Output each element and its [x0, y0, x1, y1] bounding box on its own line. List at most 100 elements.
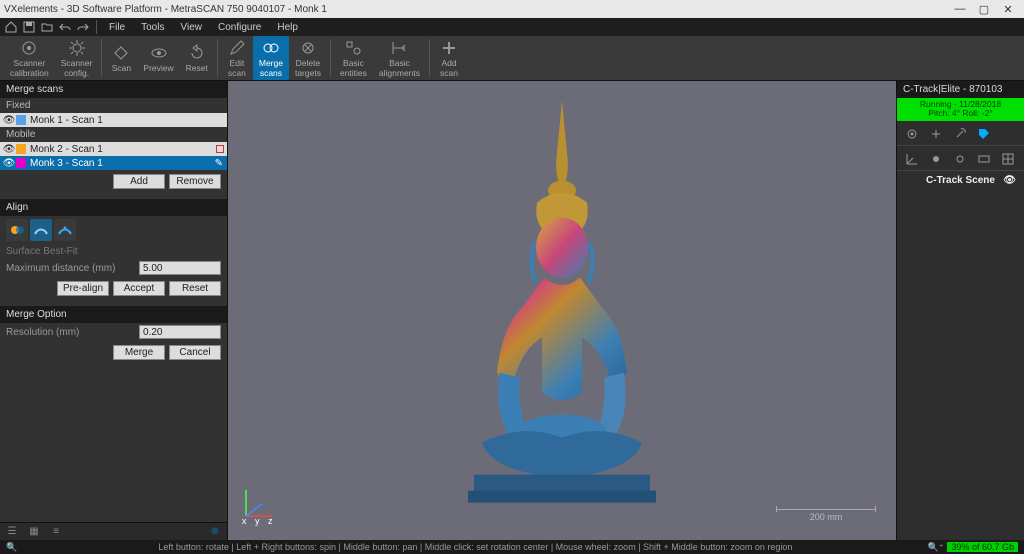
menubar: File Tools View Configure Help: [0, 18, 1024, 36]
scene-axis-icon[interactable]: [903, 150, 921, 168]
edit-scan-button[interactable]: Edit scan: [221, 36, 253, 80]
home-icon[interactable]: [2, 19, 20, 35]
mouse-hints: Left button: rotate | Left + Right butto…: [23, 542, 927, 552]
3d-viewport[interactable]: x y z 200 mm: [228, 81, 896, 540]
tracker-tag-icon[interactable]: [975, 125, 993, 143]
zoom-out-icon[interactable]: 🔍: [6, 542, 17, 553]
scan-button[interactable]: Scan: [105, 41, 137, 75]
scan-label: Monk 1 - Scan 1: [30, 115, 103, 126]
scanner-config-button[interactable]: Scanner config.: [55, 36, 99, 80]
warning-icon: [216, 145, 224, 153]
max-distance-label: Maximum distance (mm): [6, 263, 133, 274]
tracker-config-icon[interactable]: [903, 125, 921, 143]
mobile-scan-row[interactable]: 👁 Monk 3 - Scan 1 ✎: [0, 156, 227, 170]
statusbar: 🔍 Left button: rotate | Left + Right but…: [0, 540, 1024, 554]
save-icon[interactable]: [20, 19, 38, 35]
mobile-scan-row[interactable]: 👁 Monk 2 - Scan 1: [0, 142, 227, 156]
merge-option-header: Merge Option: [0, 306, 227, 323]
align-header: Align: [0, 199, 227, 216]
remove-button[interactable]: Remove: [169, 174, 221, 189]
detail-view-icon[interactable]: ≡: [48, 525, 64, 539]
scene-device-icon[interactable]: [975, 150, 993, 168]
fixed-label: Fixed: [0, 98, 227, 113]
menu-tools[interactable]: Tools: [133, 22, 172, 33]
merge-button[interactable]: Merge: [113, 345, 165, 360]
ctrack-panel: C-Track|Elite - 870103 Running - 11/28/2…: [896, 81, 1024, 540]
align-method-target-button[interactable]: [54, 219, 76, 241]
preview-button[interactable]: Preview: [137, 41, 179, 75]
scene-visibility-icon[interactable]: 👁: [1003, 175, 1016, 186]
redo-icon[interactable]: [74, 19, 92, 35]
cancel-button[interactable]: Cancel: [169, 345, 221, 360]
tracker-wrench-icon[interactable]: [951, 125, 969, 143]
reset-scan-button[interactable]: Reset: [180, 41, 214, 75]
max-distance-input[interactable]: [139, 261, 221, 275]
pencil-icon: [227, 38, 247, 58]
visibility-icon[interactable]: 👁: [2, 115, 16, 126]
window-title: VXelements - 3D Software Platform - Metr…: [4, 4, 948, 15]
scan-mesh-preview: [432, 92, 692, 512]
scan-icon: [111, 43, 131, 63]
open-icon[interactable]: [38, 19, 56, 35]
merge-scans-header: Merge scans: [0, 81, 227, 98]
basic-entities-button[interactable]: Basic entities: [334, 36, 373, 80]
scale-bar: 200 mm: [776, 509, 876, 522]
window-titlebar: VXelements - 3D Software Platform - Metr…: [0, 0, 1024, 18]
add-target-icon[interactable]: ⊕: [207, 525, 223, 539]
resolution-input[interactable]: [139, 325, 221, 339]
reset-align-button[interactable]: Reset: [169, 281, 221, 296]
scan-color-swatch: [16, 158, 26, 168]
prealign-button[interactable]: Pre-align: [57, 281, 109, 296]
surface-best-fit-label: Surface Best-Fit: [0, 244, 227, 259]
tracker-link-icon[interactable]: [927, 125, 945, 143]
close-button[interactable]: ✕: [996, 3, 1020, 16]
delete-target-icon: [298, 38, 318, 58]
grid-view-icon[interactable]: ▦: [26, 525, 42, 539]
ribbon-toolbar: Scanner calibration Scanner config. Scan…: [0, 36, 1024, 81]
scan-label: Monk 3 - Scan 1: [30, 158, 103, 169]
merge-icon: [261, 38, 281, 58]
gear-icon: [67, 38, 87, 58]
alignments-icon: [389, 38, 409, 58]
entities-icon: [343, 38, 363, 58]
fixed-scan-row[interactable]: 👁 Monk 1 - Scan 1: [0, 113, 227, 127]
align-method-surface-button[interactable]: [30, 219, 52, 241]
add-button[interactable]: Add: [113, 174, 165, 189]
add-icon: [439, 38, 459, 58]
undo-icon[interactable]: [56, 19, 74, 35]
basic-alignments-button[interactable]: Basic alignments: [373, 36, 426, 80]
eye-icon: [149, 43, 169, 63]
menu-view[interactable]: View: [172, 22, 210, 33]
visibility-icon[interactable]: 👁: [2, 144, 16, 155]
list-view-icon[interactable]: ☰: [4, 525, 20, 539]
accept-button[interactable]: Accept: [113, 281, 165, 296]
add-scan-button[interactable]: Add scan: [433, 36, 465, 80]
zoom-indicator-icon: 🔍⁺: [927, 542, 943, 553]
menu-help[interactable]: Help: [269, 22, 306, 33]
delete-targets-button[interactable]: Delete targets: [289, 36, 327, 80]
scan-color-swatch: [16, 144, 26, 154]
menu-file[interactable]: File: [101, 22, 133, 33]
visibility-icon[interactable]: 👁: [2, 158, 16, 169]
merge-scans-panel: Merge scans Fixed 👁 Monk 1 - Scan 1 Mobi…: [0, 81, 228, 540]
memory-usage: 39% of 60.7 Gb: [947, 542, 1018, 552]
axis-gizmo: x y z: [238, 484, 278, 524]
panel-footer: ☰ ▦ ≡ ⊕: [0, 522, 227, 540]
scan-label: Monk 2 - Scan 1: [30, 144, 103, 155]
scene-dot2-icon[interactable]: [951, 150, 969, 168]
minimize-button[interactable]: —: [948, 3, 972, 15]
resolution-label: Resolution (mm): [6, 327, 133, 338]
ctrack-status: Running - 11/28/2018 Pitch: 4° Roll: -2°: [897, 98, 1024, 121]
scanner-calibration-button[interactable]: Scanner calibration: [4, 36, 55, 80]
scene-grid-icon[interactable]: [999, 150, 1017, 168]
ctrack-header: C-Track|Elite - 870103: [897, 81, 1024, 98]
merge-scans-button[interactable]: Merge scans: [253, 36, 289, 80]
target-icon: [19, 38, 39, 58]
reset-icon: [187, 43, 207, 63]
align-method-auto-button[interactable]: [6, 219, 28, 241]
maximize-button[interactable]: ▢: [972, 3, 996, 16]
scan-color-swatch: [16, 115, 26, 125]
edit-icon[interactable]: ✎: [215, 158, 223, 169]
scene-dot-icon[interactable]: [927, 150, 945, 168]
menu-configure[interactable]: Configure: [210, 22, 269, 33]
